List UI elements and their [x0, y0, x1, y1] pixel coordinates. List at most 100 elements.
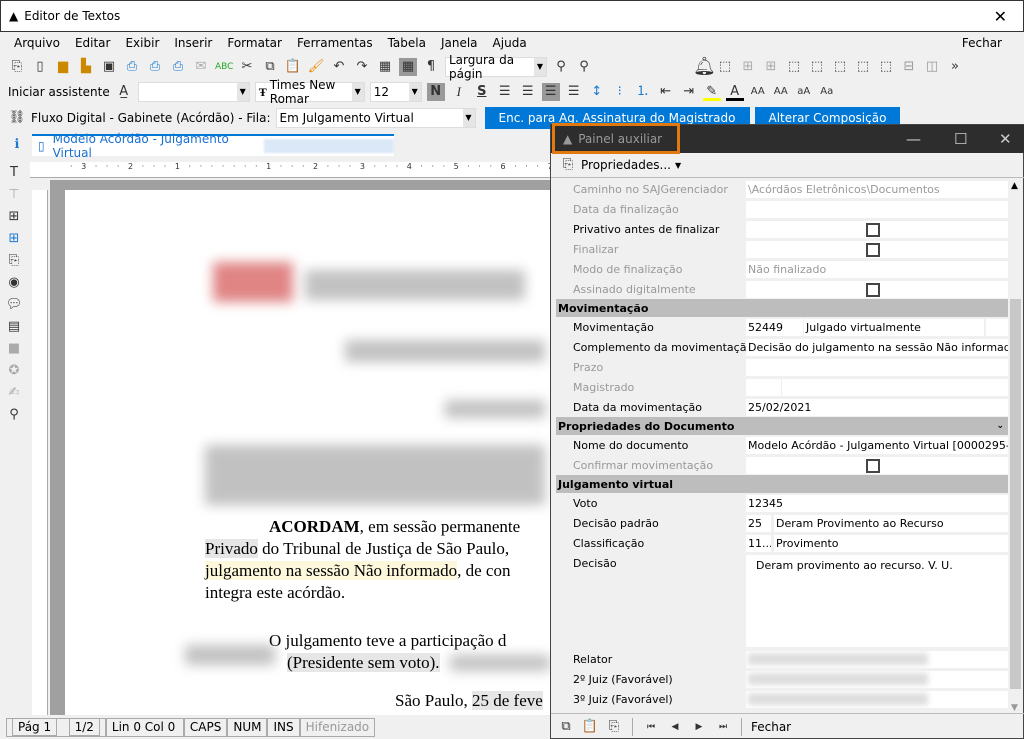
menu-tabela[interactable]: Tabela	[388, 36, 426, 50]
property-value[interactable]	[746, 378, 781, 396]
section-julgamento-virtual[interactable]: Julgamento virtual	[556, 475, 1008, 493]
info-icon[interactable]: ℹ	[8, 136, 26, 154]
property-value[interactable]	[746, 358, 1008, 376]
font-size-select[interactable]: 12 ▼	[369, 82, 422, 102]
undo-icon[interactable]: ↶	[330, 58, 348, 76]
border-vertical-icon[interactable]: ⬚	[785, 58, 803, 76]
spellcheck-icon[interactable]: ABC	[215, 58, 233, 76]
border-inner-icon[interactable]: ⊞	[739, 58, 757, 76]
change-case-icon[interactable]: aA	[795, 83, 813, 101]
menu-inserir[interactable]: Inserir	[174, 36, 212, 50]
zoom-out-icon[interactable]: ⚲	[552, 58, 570, 76]
first-record-icon[interactable]: ⏮	[642, 718, 660, 736]
cut-icon[interactable]: ✂	[238, 58, 256, 76]
open-recent-icon[interactable]: ▙	[77, 58, 95, 76]
bold-button[interactable]: N	[426, 83, 445, 101]
new-from-template-icon[interactable]: ⎘	[8, 58, 26, 76]
property-value[interactable]: \Acórdãos Eletrônicos\Documentos	[746, 180, 1008, 198]
justify-icon[interactable]: ☰	[565, 83, 583, 101]
paste-icon[interactable]: 📋	[284, 58, 302, 76]
close-icon[interactable]: ✕	[994, 7, 1007, 26]
start-assistant-button[interactable]: Iniciar assistente	[8, 85, 110, 99]
email-icon[interactable]: ✉	[192, 58, 210, 76]
variables-blue-icon[interactable]: ⊞	[5, 230, 23, 248]
bell-icon[interactable]: 🔔︎	[693, 58, 716, 76]
insert-field-icon[interactable]: ⊤	[5, 186, 23, 204]
border-horizontal-icon[interactable]: ⊞	[762, 58, 780, 76]
split-cells-icon[interactable]: ◫	[923, 58, 941, 76]
property-value[interactable]	[746, 670, 1008, 688]
horizontal-ruler[interactable]: · 3 · · · 2 · · · 1 · · · · · · · 1 · · …	[30, 162, 550, 178]
next-record-icon[interactable]: ▶	[690, 718, 708, 736]
menu-exibir[interactable]: Exibir	[125, 36, 159, 50]
format-painter-icon[interactable]: 🖌	[307, 58, 325, 76]
new-document-icon[interactable]: ▯	[31, 58, 49, 76]
property-value[interactable]: Modelo Acórdão - Julgamento Virtual [000…	[746, 436, 1008, 454]
property-value[interactable]	[782, 378, 1008, 396]
section-movimentacao[interactable]: Movimentação	[556, 299, 1008, 317]
table-icon[interactable]: ▦	[376, 58, 394, 76]
panel-close-button[interactable]: Fechar	[751, 720, 791, 734]
toggle-case-icon[interactable]: Aa	[818, 83, 836, 101]
checkbox[interactable]	[866, 458, 880, 473]
border-right-icon[interactable]: ⬚	[831, 58, 849, 76]
font-select[interactable]: Ŧ Times New Romar ▼	[254, 78, 365, 106]
italic-button[interactable]: I	[450, 83, 468, 101]
zoom-select[interactable]: Largura da págin ▼	[445, 53, 547, 81]
signature-icon[interactable]: ✍	[5, 384, 23, 402]
property-value[interactable]	[746, 690, 1008, 708]
template-icon[interactable]: ⎘	[5, 252, 23, 270]
decrease-indent-icon[interactable]: ⇤	[657, 83, 675, 101]
document-page[interactable]: ACORDAM, em sessão permanente Privado do…	[65, 190, 550, 715]
style-select[interactable]: ▼	[137, 82, 250, 102]
border-all-icon[interactable]: ⬚	[716, 58, 734, 76]
border-bottom-icon[interactable]: ⬚	[877, 58, 895, 76]
property-value[interactable]: Deram Provimento ao Recurso	[774, 514, 1008, 532]
property-value[interactable]: 52449	[746, 318, 803, 336]
property-value[interactable]: 25/02/2021	[746, 398, 1008, 416]
panel-scrollbar[interactable]: ▲ ▼	[1008, 179, 1023, 715]
checkbox[interactable]	[866, 222, 880, 237]
open-folder-icon[interactable]: ▆	[54, 58, 72, 76]
copy-icon[interactable]: ⧉	[557, 718, 575, 736]
copy-icon[interactable]: ⧉	[261, 58, 279, 76]
merge-cells-icon[interactable]: ⊟	[900, 58, 918, 76]
seal-icon[interactable]: ✪	[5, 362, 23, 380]
tab-document[interactable]: ▯ Modelo Acórdão - Julgamento Virtual	[32, 132, 394, 160]
align-center-icon[interactable]: ☰	[519, 83, 537, 101]
property-value[interactable]: 11...	[746, 534, 771, 552]
section-document-properties[interactable]: Propriedades do Documento ⌄	[556, 417, 1008, 435]
grow-font-icon[interactable]: AA	[749, 83, 767, 101]
menu-ferramentas[interactable]: Ferramentas	[297, 36, 373, 50]
overflow-chevron-icon[interactable]: »	[946, 58, 964, 76]
pin-icon[interactable]: ⚲	[5, 406, 23, 424]
property-value[interactable]	[746, 200, 1008, 218]
shrink-font-icon[interactable]: AA	[772, 83, 790, 101]
prev-record-icon[interactable]: ◀	[666, 718, 684, 736]
highlight-color-icon[interactable]: ✎	[702, 83, 721, 101]
print-preview-icon[interactable]: ⎙	[146, 58, 164, 76]
menu-fechar[interactable]: Fechar	[962, 36, 1002, 50]
chevron-down-icon[interactable]: ▼	[675, 161, 681, 170]
block-icon[interactable]: ■	[5, 340, 23, 358]
preview-icon[interactable]: ◉	[5, 274, 23, 292]
property-value[interactable]: Provimento	[774, 534, 1008, 552]
property-value[interactable]	[986, 318, 1008, 336]
scroll-up-icon[interactable]: ▲	[1011, 181, 1018, 191]
border-top-icon[interactable]: ⬚	[854, 58, 872, 76]
menu-formatar[interactable]: Formatar	[227, 36, 282, 50]
border-left-icon[interactable]: ⬚	[808, 58, 826, 76]
pilcrow-icon[interactable]: ¶	[422, 58, 440, 76]
property-value[interactable]: Decisão do julgamento na sessão Não info…	[746, 338, 1008, 356]
last-record-icon[interactable]: ⏭	[714, 718, 732, 736]
property-value[interactable]	[746, 650, 1008, 668]
align-right-icon[interactable]: ☰	[541, 83, 560, 101]
underline-button[interactable]: S	[473, 83, 491, 101]
decision-textarea[interactable]: Deram provimento ao recurso. V. U.	[746, 555, 1008, 647]
scrollbar-thumb[interactable]	[1010, 299, 1021, 689]
redo-icon[interactable]: ↷	[353, 58, 371, 76]
vertical-ruler[interactable]	[32, 190, 48, 715]
line-spacing-icon[interactable]: ↕	[588, 83, 606, 101]
comment-icon[interactable]: 💬︎	[5, 296, 23, 314]
table-grid-icon[interactable]: ▦	[399, 58, 417, 76]
